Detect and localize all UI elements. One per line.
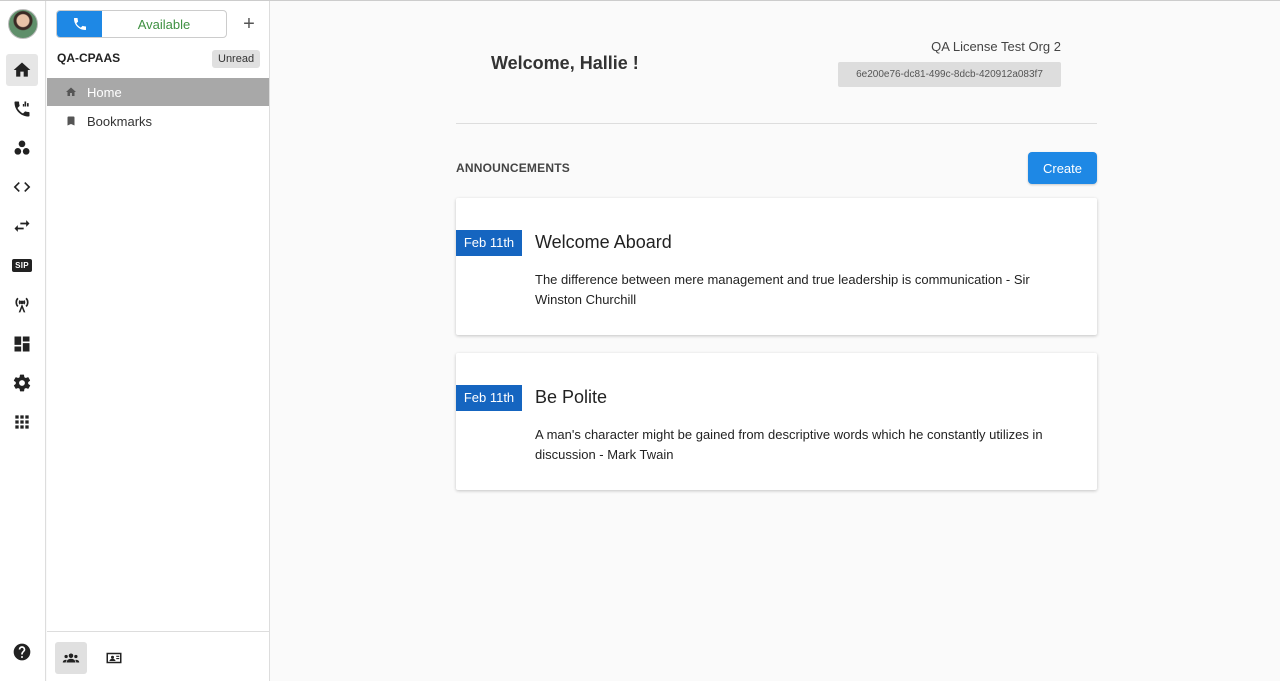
divider	[456, 123, 1097, 124]
announcement-title: Be Polite	[535, 387, 608, 407]
bookmark-icon	[67, 116, 75, 126]
left-rail: SIP	[0, 1, 46, 681]
date-badge: Feb 11th	[456, 385, 522, 411]
avatar[interactable]	[8, 9, 38, 39]
sidebar-footer	[47, 631, 269, 681]
apps-icon[interactable]	[6, 406, 38, 438]
status-text[interactable]: Available	[102, 11, 226, 37]
org-id-badge: 6e200e76-dc81-499c-8dcb-420912a083f7	[838, 62, 1061, 87]
main-content: Welcome, Hallie ! QA License Test Org 2 …	[270, 1, 1280, 681]
dashboard-icon[interactable]	[6, 328, 38, 360]
home-icon[interactable]	[6, 54, 38, 86]
add-button[interactable]: +	[239, 13, 259, 35]
announcement-body: A man's character might be gained from d…	[535, 427, 1043, 462]
groups-icon[interactable]	[6, 132, 38, 164]
phone-icon[interactable]	[57, 11, 102, 37]
sidebar: Available + QA-CPAAS Unread Home Bookmar…	[47, 1, 270, 681]
announcement-card[interactable]: Feb 11th Be Polite A man's character mig…	[456, 353, 1097, 490]
status-selector[interactable]: Available	[56, 10, 227, 38]
create-button[interactable]: Create	[1028, 152, 1097, 184]
settings-icon[interactable]	[6, 367, 38, 399]
date-badge: Feb 11th	[456, 230, 522, 256]
home-icon	[66, 87, 76, 96]
swap-icon[interactable]	[6, 210, 38, 242]
sidebar-item-bookmarks[interactable]: Bookmarks	[47, 107, 269, 135]
contact-card-icon[interactable]	[98, 642, 130, 674]
phone-icon[interactable]	[6, 93, 38, 125]
app-window: SIP Available + QA-CPAAS Unread Home Boo…	[0, 0, 1280, 681]
welcome-heading: Welcome, Hallie !	[491, 53, 639, 73]
announcements-heading: ANNOUNCEMENTS	[456, 161, 570, 175]
people-icon[interactable]	[55, 642, 87, 674]
org-name: QA-CPAAS	[57, 51, 121, 65]
sip-icon[interactable]: SIP	[6, 249, 38, 281]
unread-filter-button[interactable]: Unread	[212, 50, 261, 68]
code-icon[interactable]	[6, 171, 38, 203]
sidebar-item-home[interactable]: Home	[47, 78, 269, 106]
help-icon[interactable]	[6, 636, 38, 668]
broadcast-icon[interactable]	[6, 288, 38, 320]
announcement-card[interactable]: Feb 11th Welcome Aboard The difference b…	[456, 198, 1097, 335]
sidebar-item-label: Home	[87, 84, 122, 100]
org-title: QA License Test Org 2	[931, 39, 1061, 54]
announcement-title: Welcome Aboard	[535, 232, 672, 252]
sidebar-item-label: Bookmarks	[87, 113, 153, 129]
announcement-body: The difference between mere management a…	[535, 272, 1030, 307]
